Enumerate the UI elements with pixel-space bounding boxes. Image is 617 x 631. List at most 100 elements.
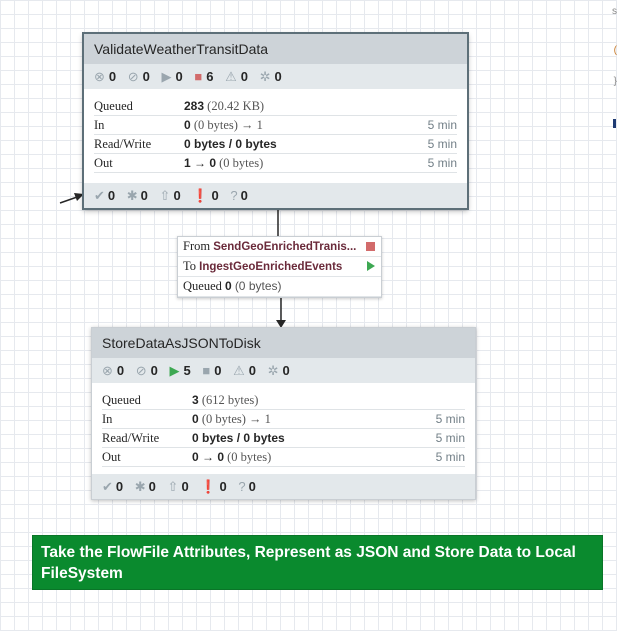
disabled-icon: ⊘ <box>135 363 147 378</box>
transmitting-count: 0 <box>282 363 290 378</box>
stats-row-queued: Queued 283 (20.42 KB) <box>94 97 457 116</box>
row-value-main: 1 → 0 <box>184 156 217 170</box>
processor-title: ValidateWeatherTransitData <box>84 34 467 64</box>
stats-row-read-write: Read/Write 0 bytes / 0 bytes 5 min <box>102 429 465 448</box>
row-value: 0 (0 bytes) → 1 <box>192 410 271 428</box>
banner-text: Take the FlowFile Attributes, Represent … <box>41 544 576 582</box>
queued-label: Queued <box>183 279 222 293</box>
stats-row-in: In 0 (0 bytes) → 1 5 min <box>102 410 465 429</box>
invalid-icon: ⊗ <box>94 69 105 84</box>
stale-count: 0 <box>173 188 181 203</box>
row-value-main: 0 bytes / 0 bytes <box>184 137 277 151</box>
row-value: 283 (20.42 KB) <box>184 97 264 115</box>
offscreen-fragment: } <box>613 76 617 87</box>
row-time: 5 min <box>435 450 465 464</box>
offscreen-fragment: s <box>612 6 617 17</box>
row-label: Out <box>94 156 113 170</box>
warning-count: 0 <box>240 69 248 84</box>
row-label: Read/Write <box>94 137 152 151</box>
stop-icon: ■ <box>194 69 203 84</box>
stale-count: 0 <box>181 479 189 494</box>
play-icon: ▶ <box>161 69 172 84</box>
sync-failure-count: 0 <box>248 479 256 494</box>
stopped-square-icon <box>366 242 375 251</box>
row-value-sub: (0 bytes) <box>227 450 272 464</box>
disabled-count: 0 <box>150 363 158 378</box>
modified-stale-count: 0 <box>219 479 227 494</box>
to-label: To <box>183 259 197 273</box>
check-icon: ✔ <box>94 188 105 203</box>
row-value-main: 0 bytes / 0 bytes <box>192 431 285 445</box>
row-time: 5 min <box>427 137 457 151</box>
stop-icon: ■ <box>202 363 211 378</box>
stats-row-in: In 0 (0 bytes) → 1 5 min <box>94 116 457 135</box>
invalid-count: 0 <box>116 363 125 378</box>
processor-version-bar: ✔ 0 ✱ 0 ⇧ 0 ❗ 0 ? 0 <box>92 474 475 499</box>
modified-stale-count: 0 <box>211 188 219 203</box>
running-count: 0 <box>175 69 183 84</box>
row-label: Queued <box>102 393 141 407</box>
row-label: Out <box>102 450 121 464</box>
arrow-up-circle-icon: ⇧ <box>159 188 171 203</box>
question-icon: ? <box>230 188 238 203</box>
locally-modified-count: 0 <box>148 479 156 494</box>
processor-store-json[interactable]: StoreDataAsJSONToDisk ⊗ 0 ⊘ 0 ▶ 5 ■ 0 ⚠ 0 ✲ 0 … <box>91 327 476 500</box>
connection-from-row: From SendGeoEnrichedTranis... <box>178 237 381 257</box>
row-value-main: 3 <box>192 393 199 407</box>
up-to-date-count: 0 <box>107 188 116 203</box>
arrow-up-circle-icon: ⇧ <box>167 479 179 494</box>
transmitting-icon: ✲ <box>267 363 279 378</box>
queued-sub: (0 bytes) <box>234 279 282 293</box>
processor-title: StoreDataAsJSONToDisk <box>92 328 475 358</box>
warning-icon: ⚠ <box>233 363 245 378</box>
asterisk-icon: ✱ <box>126 188 138 203</box>
exclamation-circle-icon: ❗ <box>200 479 217 494</box>
offscreen-fragment: ( <box>613 45 617 56</box>
exclamation-circle-icon: ❗ <box>192 188 209 203</box>
warning-count: 0 <box>248 363 256 378</box>
running-count: 5 <box>183 363 191 378</box>
disabled-count: 0 <box>142 69 150 84</box>
queued-value: 0 <box>225 279 232 293</box>
disabled-icon: ⊘ <box>127 69 139 84</box>
up-to-date-count: 0 <box>115 479 124 494</box>
row-value: 0 bytes / 0 bytes <box>184 135 277 153</box>
row-value: 0 (0 bytes) → 1 <box>184 116 263 134</box>
row-value-main: 0 → 0 <box>192 450 225 464</box>
row-value-main: 0 <box>192 412 199 426</box>
stopped-count: 0 <box>214 363 222 378</box>
row-label: Queued <box>94 99 133 113</box>
locally-modified-count: 0 <box>140 188 148 203</box>
row-time: 5 min <box>427 118 457 132</box>
processor-validate-weather[interactable]: ValidateWeatherTransitData ⊗ 0 ⊘ 0 ▶ 0 ■ 6 ⚠… <box>83 33 468 209</box>
row-label: Read/Write <box>102 431 160 445</box>
invalid-icon: ⊗ <box>102 363 113 378</box>
processor-status-bar: ⊗ 0 ⊘ 0 ▶ 0 ■ 6 ⚠ 0 ✲ 0 <box>84 64 467 89</box>
row-value-sub: (0 bytes) → 1 <box>201 412 271 426</box>
row-value-main: 0 <box>184 118 191 132</box>
row-value-sub: (0 bytes) <box>219 156 264 170</box>
stats-row-queued: Queued 3 (612 bytes) <box>102 391 465 410</box>
processor-version-bar: ✔ 0 ✱ 0 ⇧ 0 ❗ 0 ? 0 <box>84 183 467 208</box>
canvas-label-banner[interactable]: Take the FlowFile Attributes, Represent … <box>32 535 603 590</box>
to-value: IngestGeoEnrichedEvents <box>199 261 343 273</box>
row-value: 3 (612 bytes) <box>192 391 258 409</box>
row-label: In <box>94 118 105 132</box>
row-value-sub: (0 bytes) → 1 <box>193 118 263 132</box>
row-value: 0 → 0 (0 bytes) <box>192 448 271 466</box>
stats-row-out: Out 0 → 0 (0 bytes) 5 min <box>102 448 465 467</box>
connection-to-row: To IngestGeoEnrichedEvents <box>178 257 381 277</box>
question-icon: ? <box>238 479 246 494</box>
from-label: From <box>183 239 211 253</box>
running-triangle-icon <box>367 261 375 271</box>
invalid-count: 0 <box>108 69 117 84</box>
row-value: 0 bytes / 0 bytes <box>192 429 285 447</box>
connection-label[interactable]: From SendGeoEnrichedTranis... To IngestG… <box>177 236 382 298</box>
sync-failure-count: 0 <box>240 188 248 203</box>
row-label: In <box>102 412 113 426</box>
row-value-sub: (612 bytes) <box>201 393 259 407</box>
transmitting-icon: ✲ <box>259 69 271 84</box>
row-time: 5 min <box>427 156 457 170</box>
warning-icon: ⚠ <box>225 69 237 84</box>
processor-stats-table: Queued 3 (612 bytes) In 0 (0 bytes) → 1 … <box>92 383 475 469</box>
